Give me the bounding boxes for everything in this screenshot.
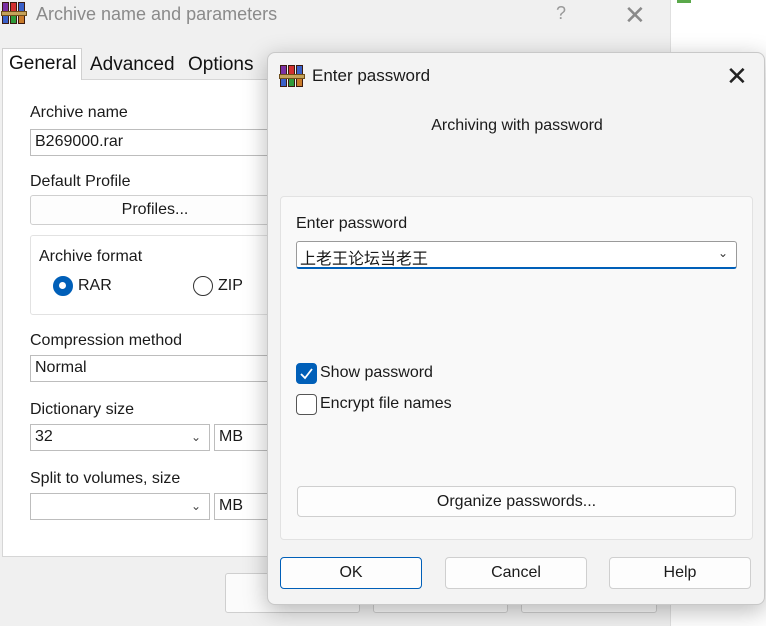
rar-radio[interactable]	[53, 276, 73, 296]
ok-button[interactable]: OK	[280, 557, 422, 589]
archive-format-label: Archive format	[39, 248, 143, 265]
close-icon[interactable]: ✕	[726, 61, 748, 92]
tab-general[interactable]: General	[2, 48, 82, 80]
dialog-title: Enter password	[312, 66, 431, 85]
chevron-down-icon[interactable]: ⌄	[718, 246, 728, 260]
zip-radio-label: ZIP	[218, 277, 243, 294]
split-volumes-input[interactable]: ⌄	[30, 493, 210, 520]
zip-radio[interactable]	[193, 276, 213, 296]
chevron-down-icon: ⌄	[190, 499, 201, 513]
rar-radio-label: RAR	[78, 277, 112, 294]
organize-passwords-button[interactable]: Organize passwords...	[297, 486, 736, 517]
password-input[interactable]: 上老王论坛当老王 ⌄	[296, 241, 737, 269]
tab-advanced[interactable]: Advanced	[84, 50, 180, 82]
help-button[interactable]: Help	[609, 557, 751, 589]
title-bar: Archive name and parameters ? ✕	[0, 0, 670, 30]
archive-format-group: Archive format RAR ZIP	[30, 235, 280, 315]
close-icon[interactable]: ✕	[624, 0, 646, 31]
compression-method-select[interactable]: Normal	[30, 355, 280, 382]
password-label: Enter password	[296, 215, 408, 232]
compression-method-label: Compression method	[30, 332, 183, 349]
checkmark-icon	[300, 368, 313, 380]
help-icon[interactable]: ?	[556, 3, 566, 24]
show-password-checkbox[interactable]	[296, 363, 317, 384]
archive-name-input[interactable]: B269000.rar	[30, 129, 280, 156]
dictionary-size-label: Dictionary size	[30, 401, 135, 418]
dictionary-unit-value: MB	[219, 428, 243, 445]
default-profile-label: Default Profile	[30, 173, 131, 190]
encrypt-file-names-label: Encrypt file names	[320, 395, 452, 412]
password-panel: Enter password 上老王论坛当老王 ⌄ Show password …	[280, 196, 753, 540]
compression-method-value: Normal	[35, 359, 87, 376]
encrypt-file-names-checkbox[interactable]	[296, 394, 317, 415]
window-title: Archive name and parameters	[36, 4, 278, 24]
winrar-icon	[279, 65, 305, 87]
desktop-accent	[677, 0, 691, 3]
show-password-label: Show password	[320, 364, 433, 381]
archive-name-label: Archive name	[30, 104, 128, 121]
password-value: 上老王论坛当老王	[300, 249, 429, 268]
winrar-icon	[1, 2, 27, 24]
tab-options[interactable]: Options	[182, 50, 272, 82]
dictionary-size-value: 32	[35, 428, 53, 445]
enter-password-dialog: Enter password ✕ Archiving with password…	[267, 52, 765, 605]
profiles-button[interactable]: Profiles...	[30, 195, 280, 225]
split-volumes-label: Split to volumes, size	[30, 470, 181, 487]
split-unit-value: MB	[219, 497, 243, 514]
chevron-down-icon: ⌄	[190, 430, 201, 444]
dictionary-size-select[interactable]: 32 ⌄	[30, 424, 210, 451]
cancel-button[interactable]: Cancel	[445, 557, 587, 589]
dialog-subtitle: Archiving with password	[431, 117, 603, 134]
